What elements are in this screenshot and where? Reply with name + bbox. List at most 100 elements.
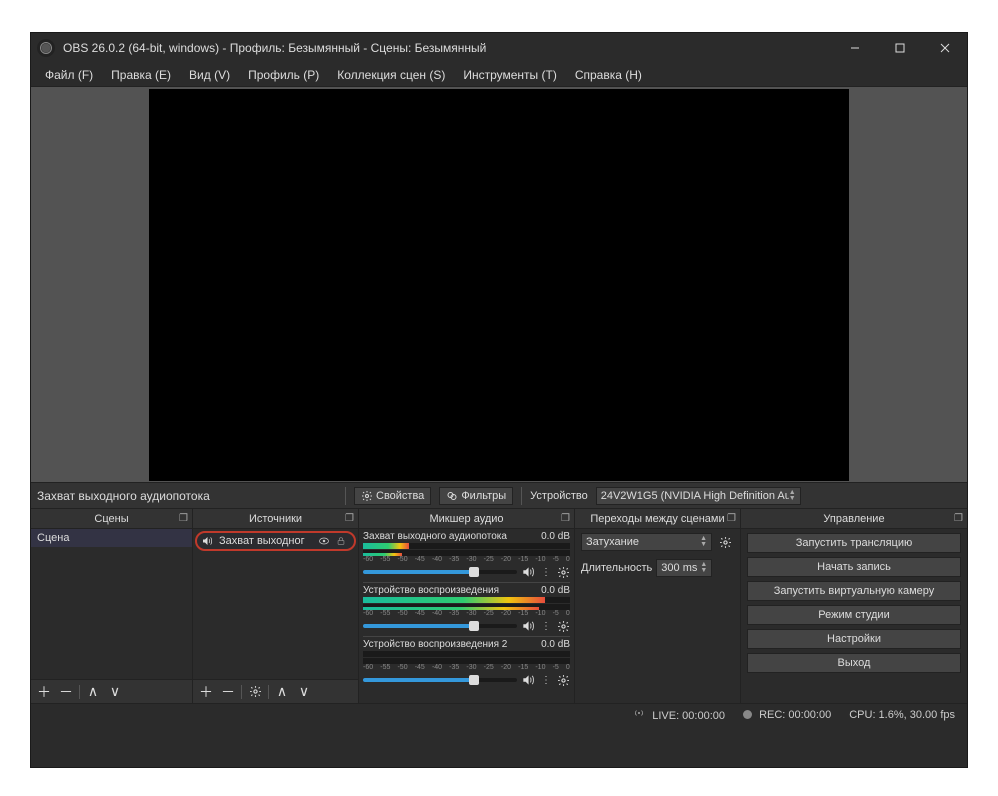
preview-canvas[interactable] [149,89,849,481]
status-cpu: CPU: 1.6%, 30.00 fps [849,709,955,721]
minimize-button[interactable] [832,33,877,63]
popout-icon[interactable]: ❐ [727,513,736,524]
status-live: LIVE: 00:00:00 [633,707,725,722]
channel-menu-icon[interactable]: ⋮ [539,675,553,686]
exit-button[interactable]: Выход [747,653,961,673]
controls-title: Управление [823,513,884,525]
properties-button[interactable]: Свойства [354,487,431,505]
speaker-icon[interactable] [521,673,535,687]
channel-menu-icon[interactable]: ⋮ [539,567,553,578]
sources-list[interactable]: Захват выходног [193,529,358,679]
transition-dropdown[interactable]: Затухание ▲▼ [581,533,712,551]
transition-settings-button[interactable] [716,533,734,551]
duration-input[interactable]: 300 ms ▲▼ [656,559,712,577]
channel-settings-button[interactable] [557,566,570,579]
source-name: Захват выходног [219,535,314,547]
menu-tools[interactable]: Инструменты (T) [455,65,564,85]
channel-db: 0.0 dB [541,639,570,650]
source-up-button[interactable]: ∧ [273,683,291,701]
popout-icon[interactable]: ❐ [179,513,188,524]
mixer-dock: Микшер аудио ❐ Захват выходного аудиопот… [359,509,575,703]
controls-dock: Управление ❐ Запустить трансляцию Начать… [741,509,967,703]
transitions-body: Затухание ▲▼ Длительность 300 ms ▲▼ [575,529,740,703]
menu-help[interactable]: Справка (H) [567,65,650,85]
studio-mode-button[interactable]: Режим студии [747,605,961,625]
level-meter [363,604,570,610]
level-meter [363,550,570,556]
status-bar: LIVE: 00:00:00 REC: 00:00:00 CPU: 1.6%, … [31,703,967,725]
menu-bar: Файл (F) Правка (E) Вид (V) Профиль (P) … [31,63,967,87]
level-meter [363,543,570,549]
lock-icon[interactable] [336,535,350,547]
scene-down-button[interactable]: ∨ [106,683,124,701]
volume-slider[interactable] [363,570,517,574]
docks-row: Сцены ❐ Сцена ＋ － ∧ ∨ Источники ❐ [31,508,967,703]
source-toolbar: Захват выходного аудиопотока Свойства Фи… [31,482,967,508]
title-bar: OBS 26.0.2 (64-bit, windows) - Профиль: … [31,33,967,63]
channel-settings-button[interactable] [557,620,570,633]
menu-edit[interactable]: Правка (E) [103,65,179,85]
window-title: OBS 26.0.2 (64-bit, windows) - Профиль: … [63,41,832,55]
maximize-button[interactable] [877,33,922,63]
channel-menu-icon[interactable]: ⋮ [539,621,553,632]
filters-button[interactable]: Фильтры [439,487,513,505]
eye-icon[interactable] [318,535,332,547]
remove-source-button[interactable]: － [219,683,237,701]
level-meter [363,651,570,657]
meter-ticks: -60-55-50-45-40-35-30-25-20-15-10-50 [363,664,570,672]
settings-button[interactable]: Настройки [747,629,961,649]
mixer-channel: Захват выходного аудиопотока 0.0 dB -60-… [359,529,574,583]
spinner-icon: ▲▼ [789,490,796,502]
add-scene-button[interactable]: ＋ [35,683,53,701]
obs-logo-icon [37,39,55,57]
remove-scene-button[interactable]: － [57,683,75,701]
preview-area [31,87,967,482]
channel-db: 0.0 dB [541,585,570,596]
menu-scene-collection[interactable]: Коллекция сцен (S) [329,65,453,85]
level-meter [363,597,570,603]
mixer-channel: Устройство воспроизведения 0.0 dB -60-55… [359,583,574,637]
mixer-list: Захват выходного аудиопотока 0.0 dB -60-… [359,529,574,703]
scene-up-button[interactable]: ∧ [84,683,102,701]
start-virtualcam-button[interactable]: Запустить виртуальную камеру [747,581,961,601]
source-down-button[interactable]: ∨ [295,683,313,701]
channel-db: 0.0 dB [541,531,570,542]
sources-dock: Источники ❐ Захват выходног [193,509,359,703]
menu-file[interactable]: Файл (F) [37,65,101,85]
popout-icon[interactable]: ❐ [345,513,354,524]
speaker-icon [201,535,215,547]
popout-icon[interactable]: ❐ [561,513,570,524]
mixer-channel: Устройство воспроизведения 2 0.0 dB -60-… [359,637,574,687]
start-recording-button[interactable]: Начать запись [747,557,961,577]
broadcast-icon [633,707,645,719]
speaker-icon[interactable] [521,619,535,633]
transitions-title: Переходы между сценами [590,513,724,525]
scene-item[interactable]: Сцена [31,529,192,547]
status-rec: REC: 00:00:00 [743,709,831,721]
level-meter [363,658,570,664]
volume-slider[interactable] [363,624,517,628]
mixer-title: Микшер аудио [429,513,503,525]
add-source-button[interactable]: ＋ [197,683,215,701]
popout-icon[interactable]: ❐ [954,513,963,524]
volume-slider[interactable] [363,678,517,682]
device-label: Устройство [530,490,588,502]
obs-window: OBS 26.0.2 (64-bit, windows) - Профиль: … [30,32,968,768]
close-button[interactable] [922,33,967,63]
record-dot-icon [743,710,752,719]
start-streaming-button[interactable]: Запустить трансляцию [747,533,961,553]
source-item[interactable]: Захват выходног [195,531,356,551]
scenes-list[interactable]: Сцена [31,529,192,679]
menu-profile[interactable]: Профиль (P) [240,65,327,85]
channel-name: Устройство воспроизведения [363,585,499,596]
menu-view[interactable]: Вид (V) [181,65,238,85]
filters-icon [446,490,458,502]
source-properties-button[interactable] [246,683,264,701]
controls-body: Запустить трансляцию Начать запись Запус… [741,529,967,703]
scenes-title: Сцены [94,513,128,525]
channel-name: Устройство воспроизведения 2 [363,639,507,650]
channel-settings-button[interactable] [557,674,570,687]
device-dropdown[interactable]: 24V2W1G5 (NVIDIA High Definition Au ▲▼ [596,487,801,505]
sources-title: Источники [249,513,302,525]
speaker-icon[interactable] [521,565,535,579]
